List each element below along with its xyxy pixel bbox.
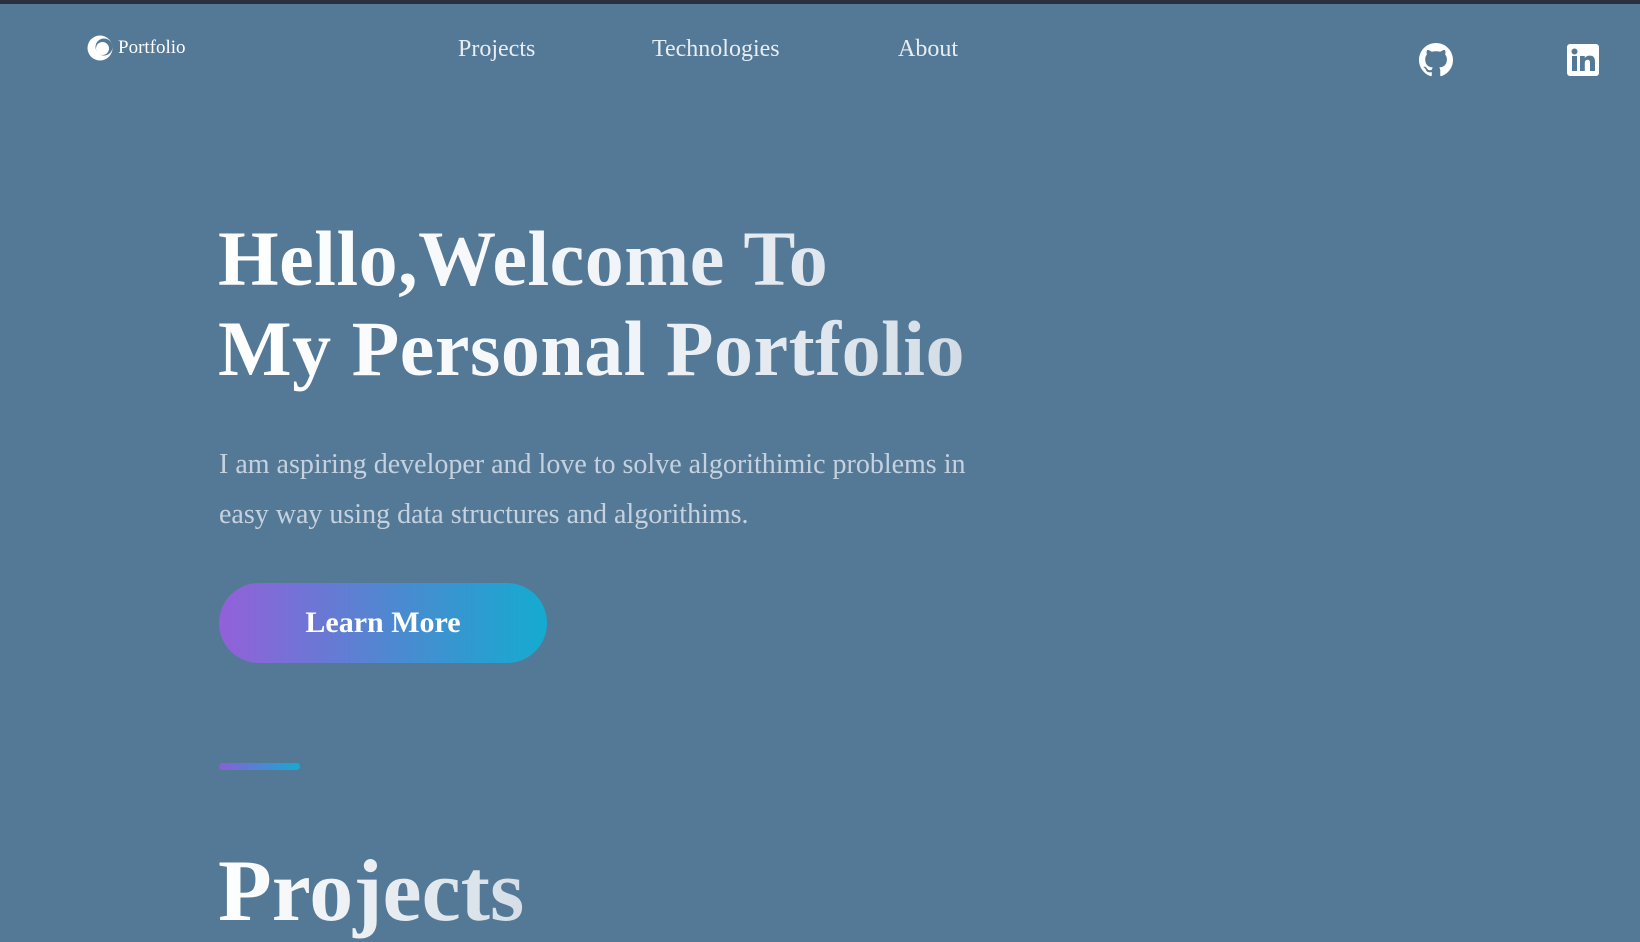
nav-link-projects[interactable]: Projects [458, 36, 535, 63]
linkedin-icon [1567, 43, 1599, 81]
section-divider [219, 763, 300, 770]
nav-link-about[interactable]: About [898, 36, 958, 63]
hero-title: Hello,Welcome To My Personal Portfolio [218, 214, 1118, 394]
nav-link-technologies[interactable]: Technologies [652, 36, 780, 63]
github-icon [1419, 42, 1453, 82]
crescent-logo-icon [86, 34, 114, 62]
learn-more-button[interactable]: Learn More [219, 583, 547, 663]
hero-title-line-2: My Personal Portfolio [218, 305, 965, 392]
navbar: Portfolio Projects Technologies About [0, 4, 1640, 94]
hero-description: I am aspiring developer and love to solv… [219, 449, 966, 530]
github-link[interactable] [1418, 42, 1454, 82]
projects-heading: Projects [218, 843, 525, 940]
brand-logo-link[interactable]: Portfolio [86, 34, 186, 62]
hero-title-line-1: Hello,Welcome To [218, 215, 829, 302]
linkedin-link[interactable] [1565, 43, 1601, 81]
brand-name: Portfolio [118, 37, 186, 58]
